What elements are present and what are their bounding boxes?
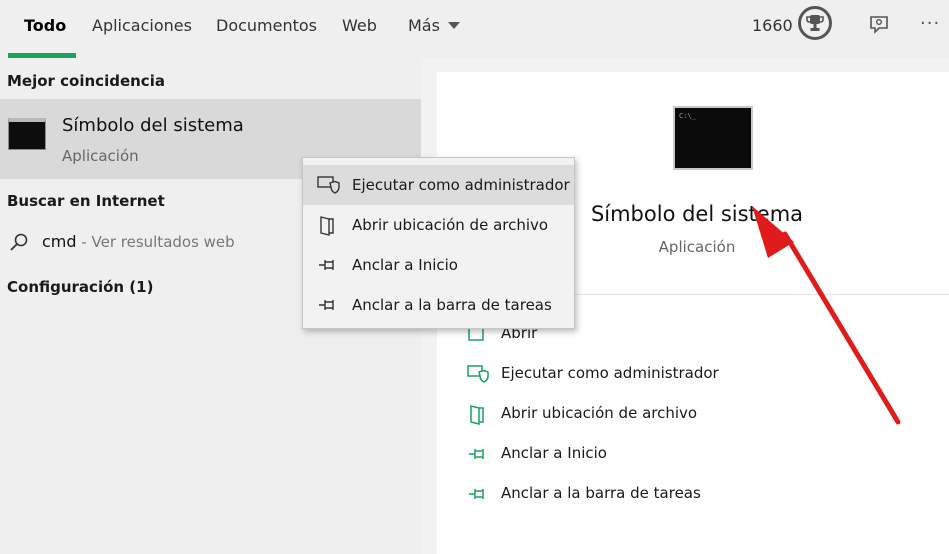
tab-mas[interactable]: Más — [408, 16, 460, 36]
web-query-text: cmd — [42, 232, 77, 251]
tab-mas-label: Más — [408, 16, 440, 35]
command-prompt-icon — [8, 118, 46, 150]
action-open-file-location-label: Abrir ubicación de archivo — [501, 404, 698, 422]
context-menu-run-as-admin[interactable]: Ejecutar como administrador — [303, 165, 574, 205]
context-menu-run-as-admin-label: Ejecutar como administrador — [352, 176, 570, 194]
feedback-icon[interactable] — [868, 14, 890, 36]
chevron-down-icon — [447, 22, 460, 29]
rewards-trophy-icon[interactable] — [798, 6, 832, 40]
context-menu-pin-start[interactable]: Anclar a Inicio — [303, 245, 574, 285]
pin-icon — [319, 260, 334, 270]
search-icon — [10, 233, 28, 251]
search-filter-bar: Todo Aplicaciones Documentos Web Más 166… — [0, 0, 949, 58]
rewards-points: 1660 — [752, 16, 793, 35]
settings-heading[interactable]: Configuración (1) — [7, 278, 153, 296]
context-menu: Ejecutar como administrador Abrir ubicac… — [302, 157, 575, 329]
pin-icon — [469, 449, 484, 459]
folder-location-icon — [470, 405, 484, 425]
pin-icon — [319, 300, 334, 310]
context-menu-open-file-location[interactable]: Abrir ubicación de archivo — [303, 205, 574, 245]
web-search-heading: Buscar en Internet — [7, 192, 165, 210]
web-query-hint: - Ver resultados web — [76, 233, 235, 251]
thumb-prompt-text: C:\_ — [679, 112, 696, 120]
action-pin-start-label: Anclar a Inicio — [501, 444, 607, 462]
context-menu-pin-taskbar-label: Anclar a la barra de tareas — [352, 296, 552, 314]
web-search-query: cmd - Ver resultados web — [42, 232, 235, 251]
action-run-as-admin-label: Ejecutar como administrador — [501, 364, 719, 382]
command-prompt-large-icon: C:\_ — [673, 106, 753, 170]
pin-icon — [469, 489, 484, 499]
shield-icon — [317, 176, 340, 194]
best-match-heading: Mejor coincidencia — [7, 72, 165, 90]
tab-documentos[interactable]: Documentos — [216, 16, 317, 36]
best-match-title: Símbolo del sistema — [62, 115, 244, 136]
tab-todo[interactable]: Todo — [24, 16, 66, 36]
tab-web[interactable]: Web — [342, 16, 377, 36]
best-match-subtitle: Aplicación — [62, 147, 139, 165]
shield-icon — [467, 365, 489, 383]
more-options-icon[interactable]: ··· — [920, 13, 940, 34]
folder-location-icon — [320, 216, 334, 236]
context-menu-pin-taskbar[interactable]: Anclar a la barra de tareas — [303, 285, 574, 325]
context-menu-pin-start-label: Anclar a Inicio — [352, 256, 458, 274]
context-menu-open-file-location-label: Abrir ubicación de archivo — [352, 216, 549, 234]
action-pin-taskbar-label: Anclar a la barra de tareas — [501, 484, 701, 502]
tab-aplicaciones[interactable]: Aplicaciones — [92, 16, 192, 36]
